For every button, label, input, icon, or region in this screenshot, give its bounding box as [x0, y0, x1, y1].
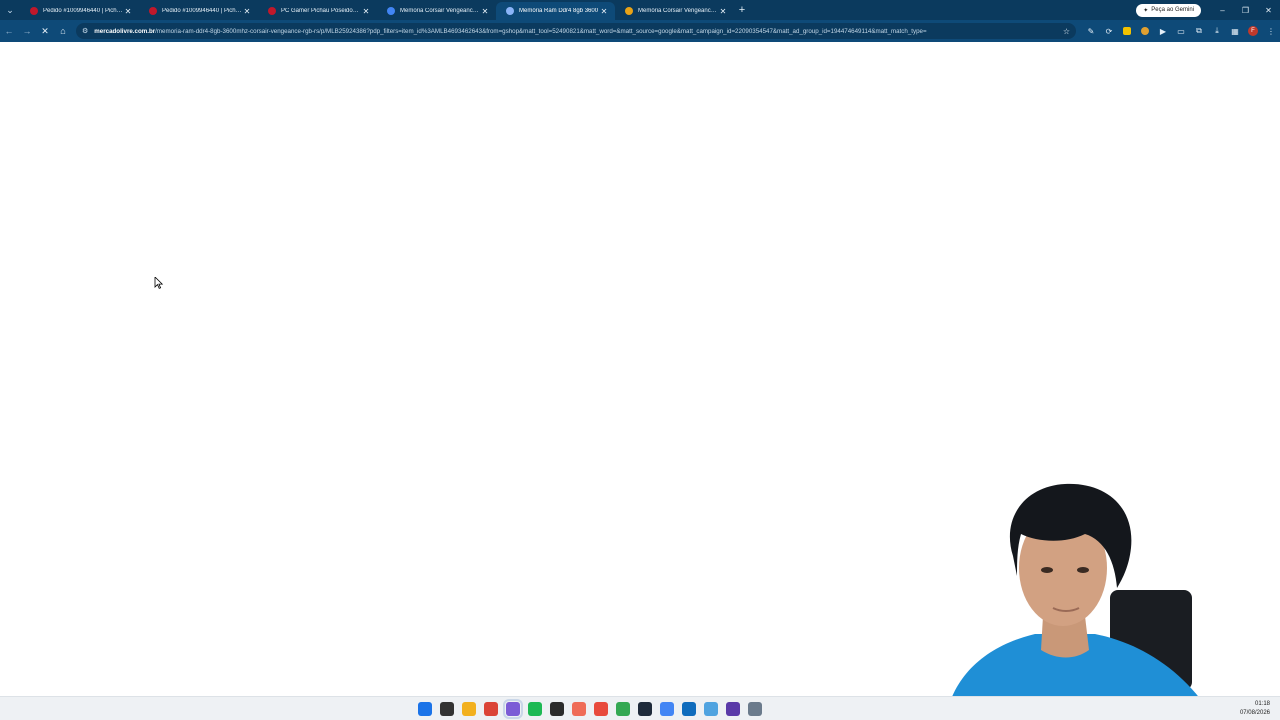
forward-button[interactable]: →: [18, 22, 36, 40]
tab-close-icon[interactable]: ✕: [123, 7, 133, 16]
tab-favicon-icon: [30, 7, 38, 15]
left-eye: [1041, 567, 1053, 573]
tab-favicon-icon: [625, 7, 633, 15]
yellow-extension-icon: [1123, 27, 1131, 35]
chrome-canary-icon[interactable]: [660, 701, 674, 716]
extension-coin[interactable]: [1136, 22, 1154, 40]
system-clock[interactable]: 01:18 07/08/2026: [1240, 700, 1270, 718]
webcam-overlay: [945, 483, 1215, 720]
play-icon: ▶: [1159, 26, 1167, 36]
notes-icon[interactable]: [572, 701, 586, 716]
outlook-icon[interactable]: [682, 701, 696, 716]
puzzle-icon: ⧉: [1196, 26, 1202, 35]
tab-favicon-icon: [149, 7, 157, 15]
spotify-icon[interactable]: [528, 701, 542, 716]
tab-strip: ⌄ Pedido #1009946440 | Pichau ✕ Pedido #10…: [0, 0, 1280, 20]
restore-button[interactable]: ❐: [1234, 6, 1257, 15]
tab-title: Memória Ram Ddr4 8gb 3600: [519, 8, 599, 14]
windows-start-icon[interactable]: [418, 701, 432, 716]
tab-close-icon[interactable]: ✕: [361, 7, 371, 16]
tab-search-button[interactable]: ⌄: [0, 0, 20, 20]
dark-app-icon[interactable]: [638, 701, 652, 716]
extension-yellow[interactable]: [1118, 22, 1136, 40]
chrome-icon[interactable]: [484, 701, 498, 716]
task-view-icon[interactable]: [440, 701, 454, 716]
extension-pen[interactable]: ✎: [1082, 22, 1100, 40]
clock-date: 07/08/2026: [1239, 710, 1270, 716]
grid-icon: ▦: [1231, 26, 1239, 36]
pen-icon: ✎: [1087, 26, 1095, 36]
tab-favicon-icon: [506, 7, 514, 15]
new-tab-button[interactable]: +: [734, 4, 750, 16]
browser-tab[interactable]: Memoria Corsair Vengeance R ✕: [377, 2, 496, 20]
tab-list: Pedido #1009946440 | Pichau ✕ Pedido #1009…: [20, 0, 734, 20]
arrow-left-icon: ←: [4, 26, 14, 36]
chrome-beta-icon[interactable]: [616, 701, 630, 716]
refresh-icon: ⟳: [1105, 26, 1113, 36]
browser-menu-button[interactable]: ⋮: [1262, 22, 1280, 40]
tab-title: Pedido #1009946440 | Pichau: [162, 8, 242, 14]
download-icon: ⤓: [1215, 26, 1219, 35]
url-text: mercadolivre.com.br/memoria-ram-ddr4-8gb…: [94, 28, 1057, 35]
profile-button[interactable]: F: [1244, 22, 1262, 40]
ask-gemini-label: Peça ao Gemini: [1151, 7, 1194, 13]
back-button[interactable]: ←: [0, 22, 18, 40]
stop-button[interactable]: ✕: [36, 22, 54, 40]
tab-favicon-icon: [387, 7, 395, 15]
document-icon[interactable]: [704, 701, 718, 716]
extensions-menu[interactable]: ⧉: [1190, 22, 1208, 40]
home-icon: ⌂: [60, 26, 66, 36]
taskbar-icons: [418, 698, 762, 719]
cast-icon: ▭: [1177, 26, 1185, 36]
clock-time: 01:18: [1254, 701, 1270, 707]
mouse-cursor-icon: [154, 277, 164, 289]
url-host: mercadolivre.com.br: [94, 27, 156, 35]
chevron-down-icon: ⌄: [6, 4, 14, 15]
file-explorer-icon[interactable]: [462, 701, 476, 716]
browser-tab[interactable]: PC Gamer Pichau Poseidon III, ✕: [258, 2, 377, 20]
downloads-button[interactable]: ⤓: [1208, 22, 1226, 40]
obs-icon[interactable]: [726, 701, 740, 716]
browser-tab[interactable]: Pedido #1009946440 | Pichau ✕: [20, 2, 139, 20]
kebab-menu-icon: ⋮: [1267, 26, 1275, 36]
close-window-button[interactable]: ✕: [1257, 6, 1280, 15]
settings-icon[interactable]: [748, 701, 762, 716]
tab-groups-button[interactable]: ▦: [1226, 22, 1244, 40]
profile-avatar: F: [1248, 26, 1258, 36]
close-icon: ✕: [41, 25, 49, 36]
right-eye: [1077, 567, 1089, 573]
extension-cast[interactable]: ▭: [1172, 22, 1190, 40]
bookmark-star-icon[interactable]: ☆: [1063, 27, 1070, 36]
tab-close-icon[interactable]: ✕: [718, 7, 728, 16]
terminal-icon[interactable]: [550, 701, 564, 716]
chrome-dev-icon[interactable]: [503, 698, 523, 719]
tab-title: PC Gamer Pichau Poseidon III,: [281, 8, 361, 14]
coin-icon: [1141, 27, 1149, 35]
tab-title: Pedido #1009946440 | Pichau: [43, 8, 123, 14]
browser-tab[interactable]: Memória Corsair Vengeance R ✕: [615, 2, 734, 20]
url-path: /memoria-ram-ddr4-8gb-3600mhz-corsair-ve…: [155, 27, 927, 35]
app-icon[interactable]: [594, 701, 608, 716]
tab-close-icon[interactable]: ✕: [242, 7, 252, 16]
browser-tab[interactable]: Memória Ram Ddr4 8gb 3600 ✕: [496, 2, 615, 20]
extension-play[interactable]: ▶: [1154, 22, 1172, 40]
tab-close-icon[interactable]: ✕: [599, 7, 609, 16]
minimize-button[interactable]: –: [1211, 6, 1234, 15]
arrow-right-icon: →: [22, 26, 32, 36]
site-info-icon[interactable]: ⚙: [82, 27, 88, 35]
tab-close-icon[interactable]: ✕: [480, 7, 490, 16]
taskbar: 01:18 07/08/2026: [0, 696, 1280, 720]
browser-toolbar: ← → ✕ ⌂ ⚙ mercadolivre.com.br/memoria-ra…: [0, 20, 1280, 42]
sparkle-icon: ✦: [1143, 7, 1149, 14]
browser-tab[interactable]: Pedido #1009946440 | Pichau ✕: [139, 2, 258, 20]
ask-gemini-button[interactable]: ✦ Peça ao Gemini: [1136, 3, 1201, 17]
address-bar[interactable]: ⚙ mercadolivre.com.br/memoria-ram-ddr4-8…: [76, 23, 1076, 39]
home-button[interactable]: ⌂: [54, 22, 72, 40]
tab-title: Memoria Corsair Vengeance R: [400, 8, 480, 14]
tab-title: Memória Corsair Vengeance R: [638, 8, 718, 14]
tab-favicon-icon: [268, 7, 276, 15]
extension-sync[interactable]: ⟳: [1100, 22, 1118, 40]
